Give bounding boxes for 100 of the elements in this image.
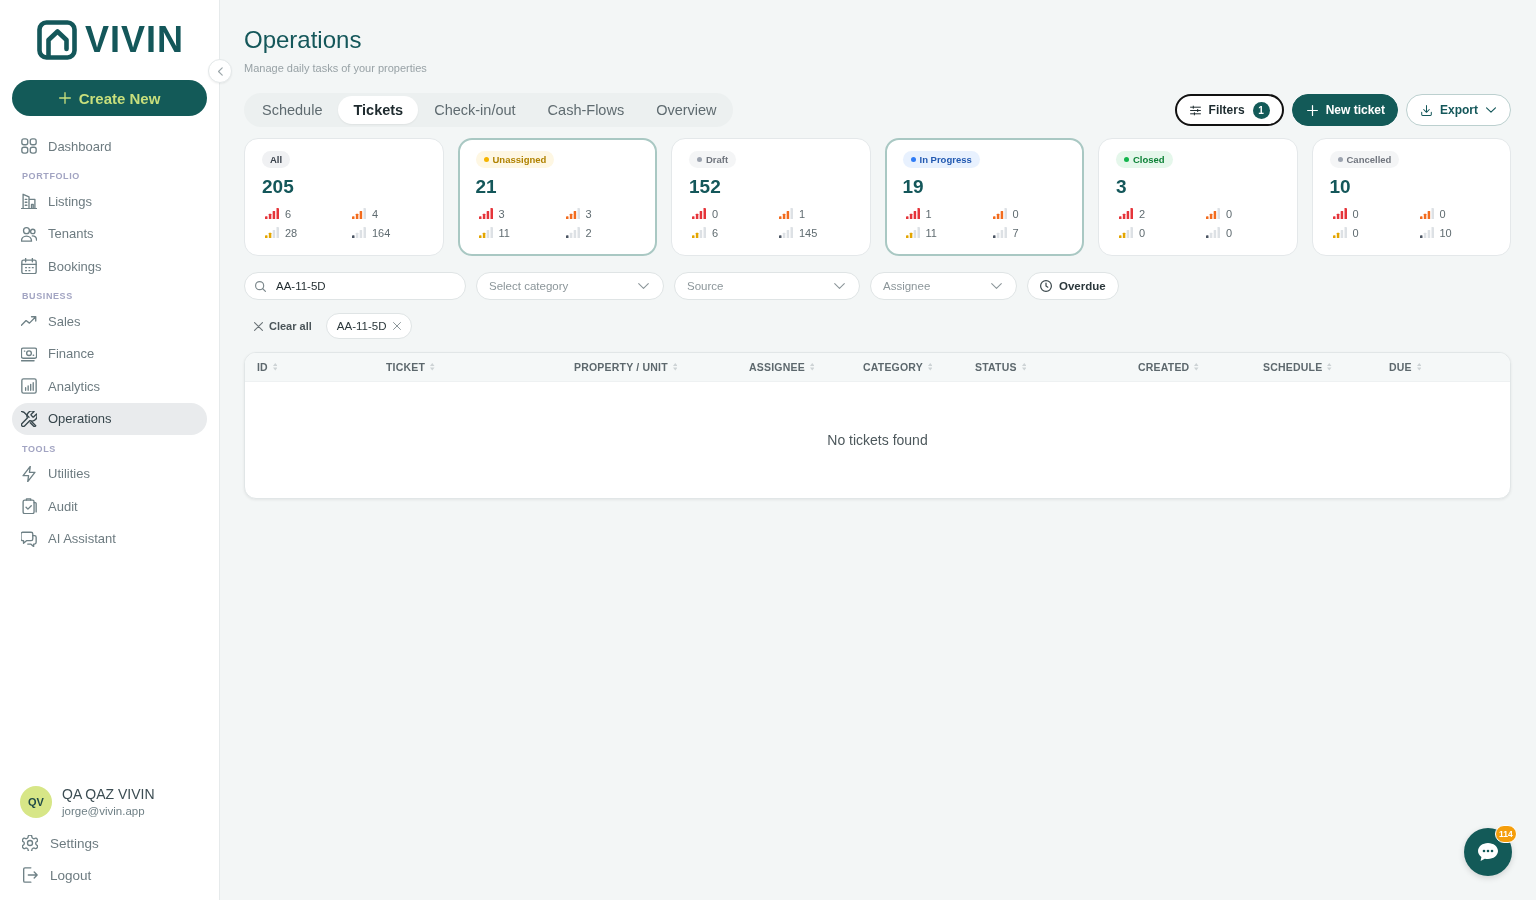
column-header[interactable]: TICKET — [386, 357, 435, 377]
export-button[interactable]: Export — [1406, 94, 1511, 126]
priority-bars-icon — [352, 226, 366, 239]
priority-count: 145 — [799, 226, 818, 239]
column-header[interactable]: CREATED — [1138, 357, 1199, 377]
priority-bars-icon — [905, 226, 920, 239]
dropdown-field[interactable]: Select category — [476, 272, 664, 300]
lightning-icon — [21, 465, 37, 482]
nav-item[interactable]: Audit — [12, 490, 207, 523]
priority-count: 3 — [585, 207, 592, 220]
nav-item[interactable]: Bookings — [12, 250, 207, 283]
nav-item[interactable]: Sales — [12, 305, 207, 338]
priority-bars-icon — [265, 226, 279, 239]
nav-item[interactable]: Settings — [12, 827, 207, 859]
tools-icon — [21, 410, 37, 427]
column-header[interactable]: SCHEDULE — [1263, 357, 1332, 377]
column-header[interactable]: ASSIGNEE — [749, 357, 815, 377]
user-email: jorge@vivin.app — [62, 804, 146, 819]
tab[interactable]: Schedule — [246, 96, 339, 124]
nav-item[interactable]: Dashboard — [12, 130, 207, 163]
nav-item[interactable]: Logout — [12, 859, 207, 891]
priority-bars-icon — [565, 226, 580, 239]
priority-count: 6 — [712, 226, 719, 239]
priority-count: 7 — [1012, 226, 1019, 239]
caret-icon — [1486, 107, 1496, 113]
clipboard-check-icon — [21, 498, 37, 515]
nav-item[interactable]: AI Assistant — [12, 522, 207, 555]
logout-icon — [22, 867, 38, 883]
nav-item[interactable]: Utilities — [12, 457, 207, 490]
priority-count: 0 — [1139, 226, 1146, 239]
status-card[interactable]: Closed 3 2 0 0 0 — [1098, 138, 1298, 256]
filter-chip[interactable]: AA-11-5D — [325, 313, 413, 339]
search-field[interactable]: AA-11-5D — [244, 272, 466, 300]
speech-bubble-icon — [1478, 843, 1498, 861]
house-logo-icon — [37, 20, 77, 60]
nav-item[interactable]: Tenants — [12, 217, 207, 250]
priority-bars-icon — [779, 226, 793, 239]
priority-bars-icon — [565, 207, 580, 220]
ticket-count: 152 — [689, 177, 721, 197]
chat-bubbles-icon — [21, 530, 37, 547]
priority-bars-icon — [1206, 226, 1220, 239]
priority-count: 0 — [1012, 207, 1019, 220]
priority-bars-icon — [1419, 207, 1434, 220]
priority-count: 0 — [1352, 207, 1359, 220]
priority-bars-icon — [992, 226, 1007, 239]
tab[interactable]: Check-in/out — [418, 96, 532, 124]
new-ticket-button[interactable]: New ticket — [1291, 94, 1398, 126]
page-title: Operations — [244, 26, 362, 54]
status-label: Cancelled — [1346, 154, 1392, 165]
banknote-icon — [21, 345, 37, 362]
priority-bars-icon — [779, 207, 793, 220]
tab[interactable]: Overview — [640, 96, 733, 124]
priority-bars-icon — [265, 207, 279, 220]
priority-bars-icon — [905, 207, 920, 220]
ticket-count: 10 — [1329, 177, 1351, 197]
nav-item[interactable]: Analytics — [12, 370, 207, 403]
priority-bars-icon — [1332, 226, 1347, 239]
filters-button[interactable]: Filters 1 — [1174, 94, 1284, 126]
clear-all-button[interactable]: Clear all — [244, 316, 312, 336]
priority-count: 3 — [498, 207, 505, 220]
close-icon — [254, 321, 263, 331]
priority-bars-icon — [1206, 207, 1220, 220]
nav-item[interactable]: Finance — [12, 337, 207, 370]
status-card[interactable]: Unassigned 21 3 3 11 2 — [457, 138, 657, 256]
tab[interactable]: Cash-Flows — [531, 96, 641, 124]
status-label: Draft — [706, 154, 729, 165]
column-header[interactable]: DUE — [1389, 357, 1422, 377]
priority-count: 164 — [372, 226, 391, 239]
ticket-count: 205 — [262, 177, 294, 197]
column-header[interactable]: STATUS — [975, 357, 1027, 377]
create-new-button[interactable]: Create New — [12, 80, 207, 116]
nav-item[interactable]: Listings — [12, 185, 207, 218]
status-card[interactable]: Cancelled 10 0 0 0 10 — [1311, 138, 1511, 256]
status-card[interactable]: In Progress 19 1 0 11 7 — [884, 138, 1084, 256]
building-icon — [21, 193, 37, 210]
sort-icon — [1327, 363, 1332, 371]
sort-icon — [430, 363, 435, 371]
logo-text: VIVIN — [85, 20, 185, 60]
tab[interactable]: Tickets — [338, 96, 419, 124]
status-card[interactable]: Draft 152 0 1 6 145 — [671, 138, 871, 256]
column-header[interactable]: ID — [257, 357, 278, 377]
dropdown-field[interactable]: Source — [674, 272, 860, 300]
download-icon — [1421, 104, 1432, 116]
sliders-icon — [1189, 104, 1201, 116]
dropdown-field[interactable]: Assignee — [870, 272, 1017, 300]
column-header[interactable]: PROPERTY / UNIT — [574, 357, 678, 377]
overdue-button[interactable]: Overdue — [1027, 272, 1119, 300]
priority-count: 2 — [585, 226, 592, 239]
chevron-left-icon — [217, 66, 223, 76]
priority-bars-icon — [478, 207, 493, 220]
priority-bars-icon — [1419, 226, 1434, 239]
status-card[interactable]: All 205 6 4 28 164 — [244, 138, 444, 256]
priority-bars-icon — [1119, 226, 1133, 239]
sort-icon — [927, 363, 933, 371]
filter-count: 1 — [1252, 101, 1270, 119]
column-header[interactable]: CATEGORY — [863, 357, 933, 377]
page-subtitle: Manage daily tasks of your properties — [244, 61, 427, 75]
chat-button[interactable] — [1464, 828, 1512, 876]
nav-item[interactable]: Operations — [12, 402, 207, 435]
avatar: QV — [20, 786, 52, 818]
